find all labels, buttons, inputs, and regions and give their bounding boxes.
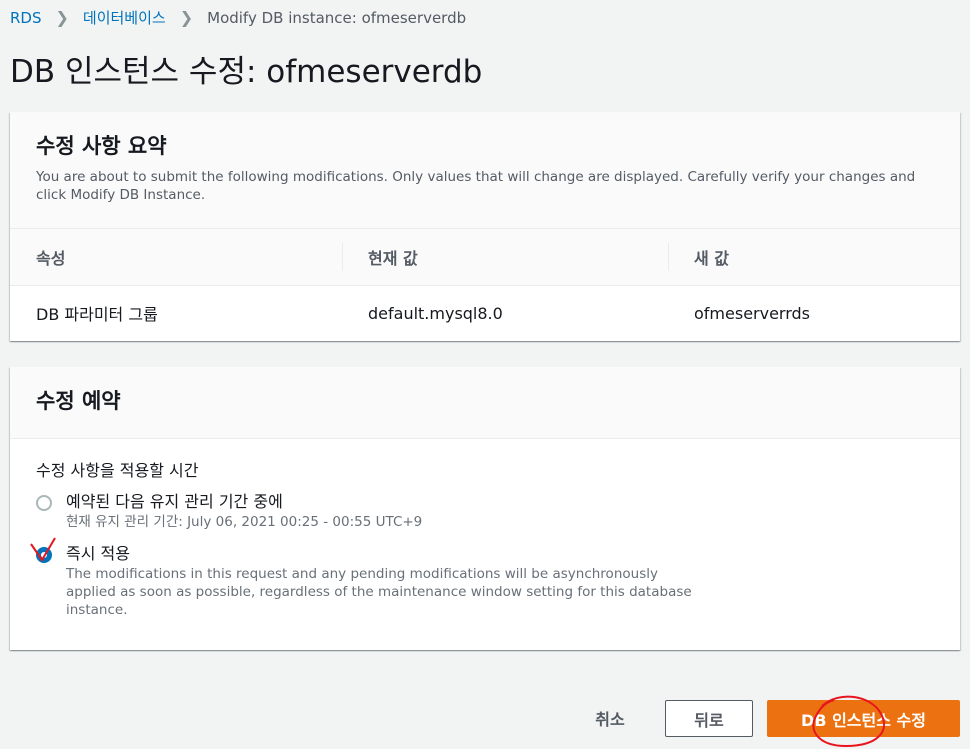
breadcrumb-databases-link[interactable]: 데이터베이스 (83, 7, 166, 28)
summary-title: 수정 사항 요약 (36, 134, 167, 158)
breadcrumb-rds-link[interactable]: RDS (10, 9, 42, 27)
cancel-button[interactable]: 취소 (578, 700, 642, 736)
radio-label-apply-immediately: 즉시 적용 (66, 544, 130, 563)
apply-time-label: 수정 사항을 적용할 시간 (36, 461, 199, 480)
chevron-right-icon: ❯ (179, 8, 194, 27)
radio-option-apply-immediately[interactable]: 즉시 적용 The modifications in this request … (36, 543, 934, 619)
table-cell-attribute: DB 파라미터 그룹 (36, 305, 158, 324)
radio-desc-maintenance-window: 현재 유지 관리 기간: July 06, 2021 00:25 - 00:55… (66, 514, 423, 530)
radio-desc-apply-immediately: The modifications in this request and an… (66, 566, 692, 618)
chevron-right-icon: ❯ (55, 8, 69, 27)
schedule-body: 수정 사항을 적용할 시간 예약된 다음 유지 관리 기간 중에 현재 유지 관… (10, 439, 960, 619)
column-header-attribute: 속성 (36, 249, 66, 268)
radio-option-maintenance-window[interactable]: 예약된 다음 유지 관리 기간 중에 현재 유지 관리 기간: July 06,… (36, 491, 934, 531)
radio-apply-immediately[interactable] (36, 547, 52, 563)
modify-db-instance-button[interactable]: DB 인스턴스 수정 (767, 700, 960, 737)
back-button[interactable]: 뒤로 (665, 700, 753, 737)
table-cell-current-value: default.mysql8.0 (368, 303, 503, 323)
breadcrumb-current: Modify DB instance: ofmeserverdb (207, 8, 467, 27)
summary-description: You are about to submit the following mo… (36, 169, 916, 203)
schedule-panel: 수정 예약 수정 사항을 적용할 시간 예약된 다음 유지 관리 기간 중에 현… (10, 367, 960, 650)
table-cell-new-value: ofmeserverrds (694, 303, 811, 323)
summary-header: 수정 사항 요약 You are about to submit the fol… (10, 112, 960, 229)
column-header-current-value: 현재 값 (342, 229, 668, 285)
summary-panel: 수정 사항 요약 You are about to submit the fol… (10, 112, 960, 341)
radio-maintenance-window[interactable] (36, 495, 52, 511)
column-header-new-value: 새 값 (668, 229, 960, 285)
table-header: 속성 현재 값 새 값 (10, 229, 960, 286)
breadcrumb: RDS ❯ 데이터베이스 ❯ Modify DB instance: ofmes… (10, 7, 466, 28)
schedule-header: 수정 예약 (10, 367, 960, 439)
schedule-title: 수정 예약 (36, 389, 121, 413)
page-title: DB 인스턴스 수정: ofmeserverdb (10, 54, 483, 90)
radio-label-maintenance-window: 예약된 다음 유지 관리 기간 중에 (66, 492, 283, 511)
table-row: DB 파라미터 그룹 default.mysql8.0 ofmeserverrd… (10, 286, 960, 340)
